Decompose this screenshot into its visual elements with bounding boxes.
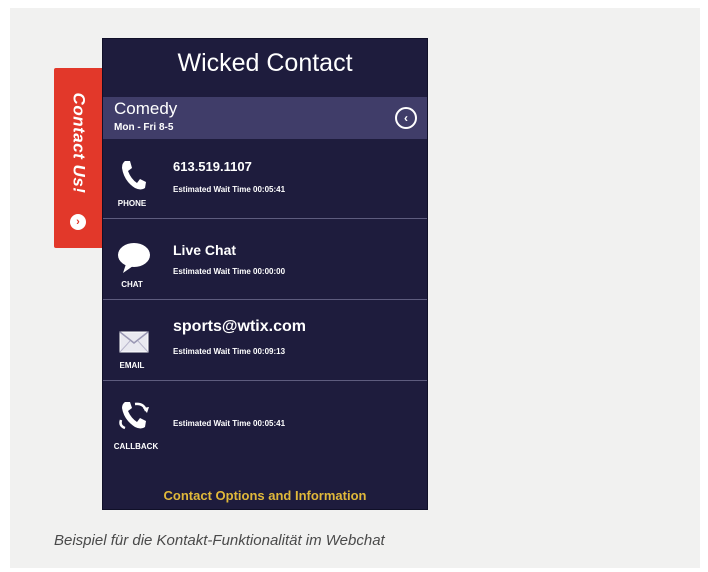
option-label: CALLBACK [113,442,159,451]
email-address[interactable]: sports@wtix.com [173,318,306,336]
option-label: PHONE [117,199,147,208]
phone-icon [122,161,146,190]
option-label: CHAT [121,280,143,289]
option-email[interactable]: EMAIL sports@wtix.com Estimated Wait Tim… [103,301,427,381]
contact-options-footer[interactable]: Contact Options and Information [103,485,427,509]
option-label: EMAIL [119,361,145,370]
department-name: Comedy [114,99,178,118]
widget-title: Wicked Contact [177,49,353,77]
chat-title[interactable]: Live Chat [173,242,236,258]
department-hours: Mon - Fri 8-5 [114,122,174,133]
contact-us-tab[interactable]: Contact Us! › [54,68,102,248]
option-phone[interactable]: PHONE 613.519.1107 Estimated Wait Time 0… [103,139,427,219]
chevron-right-icon: › [70,214,86,230]
chat-bubble-icon [118,243,150,273]
contact-us-tab-label: Contact Us! [69,92,88,194]
wait-time: Estimated Wait Time 00:00:00 [173,267,286,276]
callback-phone-icon [119,402,149,430]
image-caption: Beispiel für die Kontakt-Funktionalität … [54,532,385,549]
wait-time: Estimated Wait Time 00:05:41 [173,419,286,428]
department-bar: Comedy Mon - Fri 8-5 ‹ [103,97,427,139]
chevron-left-icon[interactable]: ‹ [395,107,417,129]
wait-time: Estimated Wait Time 00:05:41 [173,185,286,194]
option-chat[interactable]: CHAT Live Chat Estimated Wait Time 00:00… [103,220,427,300]
phone-number[interactable]: 613.519.1107 [173,159,252,174]
wait-time: Estimated Wait Time 00:09:13 [173,347,286,356]
option-callback[interactable]: CALLBACK Estimated Wait Time 00:05:41 [103,382,427,462]
envelope-icon [119,331,149,353]
contact-widget: Wicked Contact Comedy Mon - Fri 8-5 ‹ PH… [102,38,428,510]
